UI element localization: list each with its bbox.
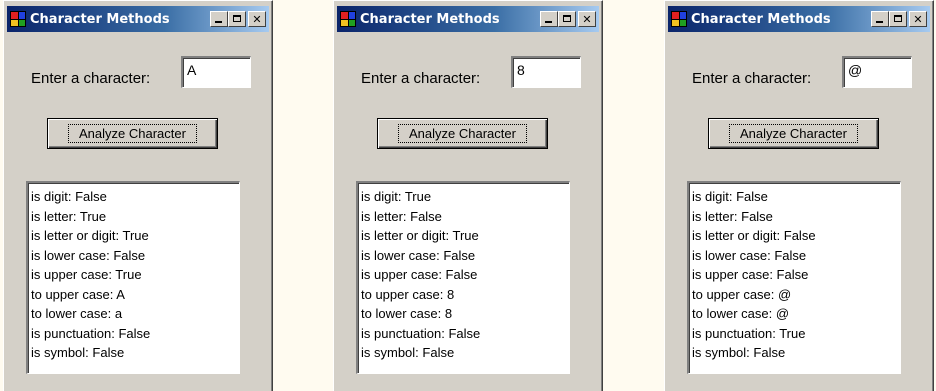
close-icon[interactable]: ✕: [248, 11, 266, 27]
output-line: is punctuation: False: [31, 325, 151, 341]
character-input[interactable]: 8: [511, 56, 581, 88]
window-title: Character Methods: [691, 11, 831, 27]
analyze-character-label: Analyze Character: [68, 124, 197, 143]
window-controls: ✕: [210, 11, 266, 27]
output-line: is lower case: False: [31, 247, 146, 263]
minimize-icon[interactable]: [871, 11, 889, 27]
app-icon[interactable]: [671, 11, 687, 27]
output-line: is letter or digit: True: [31, 228, 149, 243]
output-line: is upper case: True: [31, 267, 142, 282]
output-line: is lower case: False: [361, 247, 476, 263]
output-line: is symbol: False: [31, 345, 125, 360]
output-line: is letter: False: [361, 208, 442, 224]
minimize-icon[interactable]: [540, 11, 558, 27]
character-input[interactable]: @: [842, 56, 912, 88]
app-icon[interactable]: [340, 11, 356, 27]
title-bar[interactable]: Character Methods ✕: [7, 6, 269, 32]
output-line: to lower case: @: [692, 306, 790, 321]
window-1: Character Methods ✕ Enter a character: A…: [3, 0, 273, 391]
output-line: is letter or digit: True: [361, 228, 479, 243]
close-icon[interactable]: ✕: [909, 11, 927, 27]
output-line: is digit: True: [361, 189, 432, 204]
output-line: to upper case: A: [31, 286, 125, 302]
maximize-icon[interactable]: [558, 11, 576, 27]
analyze-character-label: Analyze Character: [398, 124, 527, 143]
analyze-character-button[interactable]: Analyze Character: [708, 118, 879, 149]
output-line: is symbol: False: [692, 345, 786, 360]
output-line: is lower case: False: [692, 247, 807, 263]
output-line: to lower case: 8: [361, 306, 453, 321]
minimize-icon[interactable]: [210, 11, 228, 27]
output-line: is punctuation: False: [361, 325, 481, 341]
output-line: is letter: False: [692, 208, 773, 224]
window-title: Character Methods: [30, 11, 170, 27]
output-line: is digit: False: [692, 189, 768, 204]
prompt-label: Enter a character:: [31, 70, 151, 87]
analyze-character-label: Analyze Character: [729, 124, 858, 143]
output-line: is upper case: False: [692, 267, 809, 282]
output-line: is punctuation: True: [692, 325, 806, 341]
output-textbox[interactable]: is digit: False is letter: False is lett…: [687, 181, 901, 374]
close-icon[interactable]: ✕: [578, 11, 596, 27]
window-3: Character Methods ✕ Enter a character: @…: [664, 0, 934, 391]
maximize-icon[interactable]: [889, 11, 907, 27]
window-2: Character Methods ✕ Enter a character: 8…: [333, 0, 603, 391]
app-icon[interactable]: [10, 11, 26, 27]
prompt-label: Enter a character:: [361, 70, 481, 87]
maximize-icon[interactable]: [228, 11, 246, 27]
output-line: to upper case: @: [692, 286, 792, 302]
analyze-character-button[interactable]: Analyze Character: [47, 118, 218, 149]
output-line: is upper case: False: [361, 267, 478, 282]
window-controls: ✕: [540, 11, 596, 27]
window-controls: ✕: [871, 11, 927, 27]
title-bar[interactable]: Character Methods ✕: [337, 6, 599, 32]
output-line: is letter: True: [31, 208, 107, 224]
output-line: to upper case: 8: [361, 286, 455, 302]
output-textbox[interactable]: is digit: False is letter: True is lette…: [26, 181, 240, 374]
output-textbox[interactable]: is digit: True is letter: False is lette…: [356, 181, 570, 374]
character-input[interactable]: A: [181, 56, 251, 88]
analyze-character-button[interactable]: Analyze Character: [377, 118, 548, 149]
window-title: Character Methods: [360, 11, 500, 27]
output-line: is letter or digit: False: [692, 228, 816, 243]
title-bar[interactable]: Character Methods ✕: [668, 6, 930, 32]
prompt-label: Enter a character:: [692, 70, 812, 87]
output-line: is digit: False: [31, 189, 107, 204]
output-line: to lower case: a: [31, 306, 123, 321]
output-line: is symbol: False: [361, 345, 455, 360]
